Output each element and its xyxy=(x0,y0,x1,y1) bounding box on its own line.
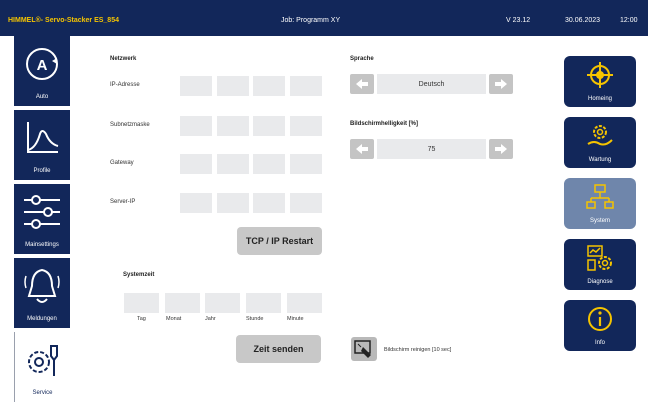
main-navigation: A Auto Profile Mainsettings Meldungen Se… xyxy=(14,36,70,403)
nav-item-mainsettings[interactable]: Mainsettings xyxy=(14,184,70,254)
ip-octet-1-input[interactable] xyxy=(180,76,212,96)
brightness-decrease-button[interactable] xyxy=(350,139,374,159)
nav-label-meldungen: Meldungen xyxy=(27,316,57,322)
language-selector: Deutsch xyxy=(350,74,513,94)
wartung-button[interactable]: Wartung xyxy=(564,117,636,168)
minute-input[interactable] xyxy=(287,293,322,313)
brightness-title: Bildschirmhelligkeit [%] xyxy=(350,121,419,127)
send-time-button[interactable]: Zeit senden xyxy=(236,335,321,363)
machine-title: HIMMEL®- Servo-Stacker ES_854 xyxy=(8,17,119,24)
network-section-title: Netzwerk xyxy=(110,56,137,62)
subnet-mask-label: Subnetzmaske xyxy=(110,122,150,128)
arrow-left-icon xyxy=(356,144,368,154)
subnet-octet-4-input[interactable] xyxy=(290,116,322,136)
job-name: Job: Programm XY xyxy=(281,17,341,24)
sliders-icon xyxy=(24,195,60,229)
server-octet-4-input[interactable] xyxy=(290,193,322,213)
gateway-octet-2-input[interactable] xyxy=(217,154,249,174)
month-input[interactable] xyxy=(165,293,200,313)
info-button[interactable]: Info xyxy=(564,300,636,351)
subnet-octet-1-input[interactable] xyxy=(180,116,212,136)
homeing-button[interactable]: Homeing xyxy=(564,56,636,107)
language-next-button[interactable] xyxy=(489,74,513,94)
language-value: Deutsch xyxy=(377,74,486,94)
ip-octet-2-input[interactable] xyxy=(217,76,249,96)
homeing-label: Homeing xyxy=(587,96,612,102)
info-icon xyxy=(588,307,612,331)
brightness-selector: 75 xyxy=(350,139,513,159)
gateway-octet-3-input[interactable] xyxy=(253,154,285,174)
bell-icon xyxy=(24,268,60,303)
day-input[interactable] xyxy=(124,293,159,313)
nav-label-auto: Auto xyxy=(35,94,49,100)
brightness-value: 75 xyxy=(377,139,486,159)
server-octet-2-input[interactable] xyxy=(217,193,249,213)
language-prev-button[interactable] xyxy=(350,74,374,94)
nav-item-meldungen[interactable]: Meldungen xyxy=(14,258,70,328)
auto-icon: A xyxy=(26,48,58,80)
arrow-right-icon xyxy=(495,79,507,89)
maintenance-gear-icon xyxy=(587,125,613,146)
clean-screen-label: Bildschirm reinigen [10 sec] xyxy=(384,347,452,353)
current-date: 30.06.2023 xyxy=(565,17,601,24)
arrow-right-icon xyxy=(495,144,507,154)
info-label: Info xyxy=(594,340,605,346)
diagnose-label: Diagnose xyxy=(587,279,613,285)
subnet-octet-2-input[interactable] xyxy=(217,116,249,136)
system-time-title: Systemzeit xyxy=(123,272,155,278)
nav-label-service: Service xyxy=(32,390,53,396)
screen-clean-icon xyxy=(354,340,371,358)
gateway-label: Gateway xyxy=(110,160,134,166)
software-version: V 23.12 xyxy=(506,17,531,24)
clean-screen-button[interactable] xyxy=(351,337,377,361)
current-time: 12:00 xyxy=(620,17,638,24)
svg-text:A: A xyxy=(37,57,48,74)
network-tree-icon xyxy=(586,184,614,209)
gateway-octet-4-input[interactable] xyxy=(290,154,322,174)
hour-input[interactable] xyxy=(246,293,281,313)
server-octet-1-input[interactable] xyxy=(180,193,212,213)
year-input[interactable] xyxy=(205,293,240,313)
brightness-increase-button[interactable] xyxy=(489,139,513,159)
diagnose-button[interactable]: Diagnose xyxy=(564,239,636,290)
tools-icon xyxy=(28,345,58,376)
ip-address-label: IP-Adresse xyxy=(110,82,140,88)
nav-item-profile[interactable]: Profile xyxy=(14,110,70,180)
ip-octet-4-input[interactable] xyxy=(290,76,322,96)
system-button[interactable]: System xyxy=(564,178,636,229)
ip-octet-3-input[interactable] xyxy=(253,76,285,96)
system-label: System xyxy=(589,218,610,224)
profile-curve-icon xyxy=(27,122,59,153)
server-ip-label: Server-IP xyxy=(110,199,136,205)
gateway-octet-1-input[interactable] xyxy=(180,154,212,174)
arrow-left-icon xyxy=(356,79,368,89)
server-octet-3-input[interactable] xyxy=(253,193,285,213)
crosshair-icon xyxy=(587,62,613,88)
wartung-label: Wartung xyxy=(588,157,612,163)
nav-item-auto[interactable]: A Auto xyxy=(14,36,70,106)
nav-item-service[interactable]: Service xyxy=(14,332,70,402)
tcp-ip-restart-button[interactable]: TCP / IP Restart xyxy=(237,227,322,255)
language-title: Sprache xyxy=(350,56,374,62)
month-label: Monat xyxy=(166,316,182,322)
nav-label-mainsettings: Mainsettings xyxy=(25,242,59,248)
minute-label: Minute xyxy=(287,316,304,322)
top-status-bar: HIMMEL®- Servo-Stacker ES_854 Job: Progr… xyxy=(0,0,648,36)
subnet-octet-3-input[interactable] xyxy=(253,116,285,136)
hour-label: Stunde xyxy=(246,316,264,322)
day-label: Tag xyxy=(137,316,146,322)
year-label: Jahr xyxy=(205,316,216,322)
nav-label-profile: Profile xyxy=(33,168,51,174)
diagnosis-icon xyxy=(587,245,612,271)
